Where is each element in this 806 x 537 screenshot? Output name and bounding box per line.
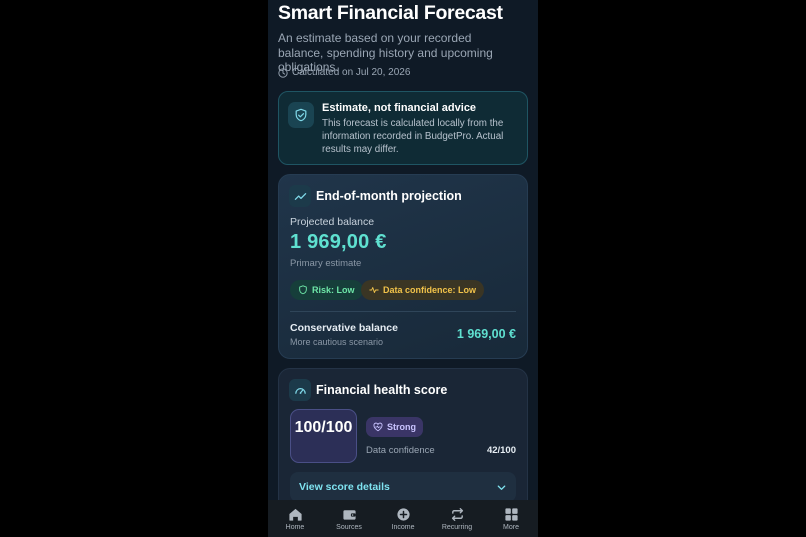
phone-screen: Smart Financial Forecast An estimate bas… (268, 0, 538, 537)
forecast-scroll-area[interactable]: Smart Financial Forecast An estimate bas… (268, 0, 538, 500)
home-icon (288, 508, 302, 521)
nav-item-more[interactable]: More (484, 500, 538, 537)
projected-balance-subtext: Primary estimate (290, 258, 362, 269)
chevron-down-icon (497, 484, 506, 490)
end-of-month-projection-card: End-of-month projection Projected balanc… (278, 174, 528, 359)
projection-card-title: End-of-month projection (316, 189, 462, 203)
data-confidence-label: Data confidence (366, 445, 435, 456)
nav-item-income[interactable]: Income (376, 500, 430, 537)
nav-label-sources: Sources (336, 523, 362, 531)
nav-label-recurring: Recurring (441, 523, 473, 531)
view-score-details-label: View score details (299, 481, 390, 493)
wallet-icon (342, 509, 356, 520)
health-score-value: 100/100 (290, 409, 357, 463)
calculated-date-text: Calculated on Jul 20, 2026 (292, 67, 411, 78)
nav-item-recurring[interactable]: Recurring (430, 500, 484, 537)
projected-balance-value: 1 969,00 € (290, 231, 387, 253)
nav-label-more: More (503, 523, 519, 531)
page-title: Smart Financial Forecast (278, 2, 503, 24)
calculated-date: Calculated on Jul 20, 2026 (278, 67, 410, 78)
data-confidence-badge: Data confidence: Low (361, 280, 485, 300)
health-card-title: Financial health score (316, 383, 448, 397)
view-score-details-button[interactable]: View score details (290, 472, 516, 500)
projected-balance-label: Projected balance (290, 216, 375, 228)
heart-pulse-icon (373, 422, 383, 432)
trend-line-icon (289, 185, 311, 207)
pulse-icon (369, 287, 379, 293)
nav-label-income: Income (391, 523, 415, 531)
nav-item-sources[interactable]: Sources (322, 500, 376, 537)
conservative-balance-label: Conservative balance (290, 322, 398, 334)
clock-icon (278, 67, 288, 78)
repeat-icon (451, 507, 463, 521)
plus-circle-icon (396, 507, 410, 521)
shield-icon (299, 285, 307, 295)
risk-badge: Risk: Low (290, 280, 363, 300)
health-status-label: Strong (387, 422, 416, 432)
advice-notice: Estimate, not financial advice This fore… (278, 91, 528, 165)
bottom-navigation: Home Sources Income Recurring More (268, 500, 538, 537)
grid-icon (504, 507, 518, 521)
notice-title: Estimate, not financial advice (322, 102, 477, 114)
conservative-balance-subtext: More cautious scenario (290, 337, 384, 347)
health-status-badge: Strong (366, 417, 423, 437)
shield-check-icon (288, 102, 314, 128)
risk-badge-label: Risk: Low (312, 285, 355, 295)
nav-label-home: Home (285, 523, 305, 531)
divider (290, 311, 516, 312)
gauge-icon (289, 379, 311, 401)
financial-health-score-card: Financial health score 100/100 Strong Da… (278, 368, 528, 500)
data-confidence-badge-label: Data confidence: Low (383, 285, 477, 295)
notice-text: This forecast is calculated locally from… (322, 118, 504, 155)
nav-item-home[interactable]: Home (268, 500, 322, 537)
conservative-balance-value: 1 969,00 € (456, 327, 516, 341)
data-confidence-value: 42/100 (486, 445, 516, 456)
